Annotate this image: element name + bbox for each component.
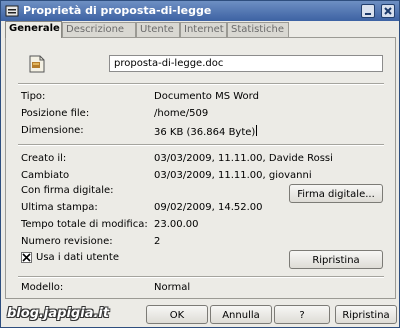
tab-statistiche[interactable]: Statistiche	[227, 22, 289, 37]
signed-label: Con firma digitale:	[21, 185, 114, 196]
file-name-field[interactable]: proposta-di-legge.doc	[109, 55, 383, 72]
tab-descrizione[interactable]: Descrizione	[62, 22, 136, 37]
window-menu-icon[interactable]	[5, 4, 19, 18]
watermark: blog.japigia.it	[7, 306, 110, 321]
reset-button[interactable]: Ripristina	[335, 305, 397, 324]
location-value: /home/509	[154, 108, 209, 119]
type-label: Tipo:	[21, 91, 46, 102]
minimize-button[interactable]	[361, 4, 375, 18]
title-bar[interactable]: Proprietà di proposta-di-legge	[1, 1, 399, 21]
revision-value: 2	[154, 236, 161, 247]
separator	[18, 144, 384, 146]
tab-bar: Generale Descrizione Utente Internet Sta…	[5, 21, 399, 38]
size-value: 36 KB (36.864 Byte)	[154, 127, 256, 138]
separator	[18, 276, 384, 278]
revision-label: Numero revisione:	[21, 236, 113, 247]
close-icon	[384, 7, 392, 15]
window-title: Proprietà di proposta-di-legge	[23, 4, 212, 17]
location-label: Posizione file:	[21, 108, 90, 119]
printed-value: 09/02/2009, 14.52.00	[154, 202, 263, 213]
template-value: Normal	[154, 282, 191, 293]
checkmark-icon	[22, 253, 31, 262]
text-cursor	[256, 125, 258, 136]
use-user-data-label[interactable]: Usa i dati utente	[36, 252, 119, 264]
size-label: Dimensione:	[21, 125, 84, 136]
separator	[18, 83, 384, 85]
properties-dialog: Proprietà di proposta-di-legge Generale …	[0, 0, 400, 328]
template-label: Modello:	[21, 282, 64, 293]
edit-time-value: 23.00.00	[154, 219, 199, 230]
type-value: Documento MS Word	[154, 91, 259, 102]
document-icon	[29, 55, 45, 73]
tab-utente[interactable]: Utente	[136, 22, 180, 37]
size-value-wrap: 36 KB (36.864 Byte)	[154, 125, 258, 139]
minimize-icon	[365, 13, 371, 15]
modified-label: Cambiato	[21, 170, 70, 181]
printed-label: Ultima stampa:	[21, 202, 98, 213]
reset-user-data-button[interactable]: Ripristina	[289, 250, 383, 269]
cancel-button[interactable]: Annulla	[210, 305, 272, 324]
edit-time-label: Tempo totale di modifica:	[21, 219, 148, 230]
digital-signature-button[interactable]: Firma digitale...	[289, 184, 383, 203]
modified-value: 03/03/2009, 11.11.00, giovanni	[154, 170, 312, 181]
created-value: 03/03/2009, 11.11.00, Davide Rossi	[154, 153, 333, 164]
use-user-data-checkbox[interactable]	[21, 252, 32, 263]
close-button[interactable]	[381, 4, 395, 18]
ok-button[interactable]: OK	[146, 305, 208, 324]
help-button[interactable]: ?	[274, 305, 330, 324]
created-label: Creato il:	[21, 153, 67, 164]
tab-internet[interactable]: Internet	[180, 22, 227, 37]
tab-generale[interactable]: Generale	[5, 21, 62, 38]
